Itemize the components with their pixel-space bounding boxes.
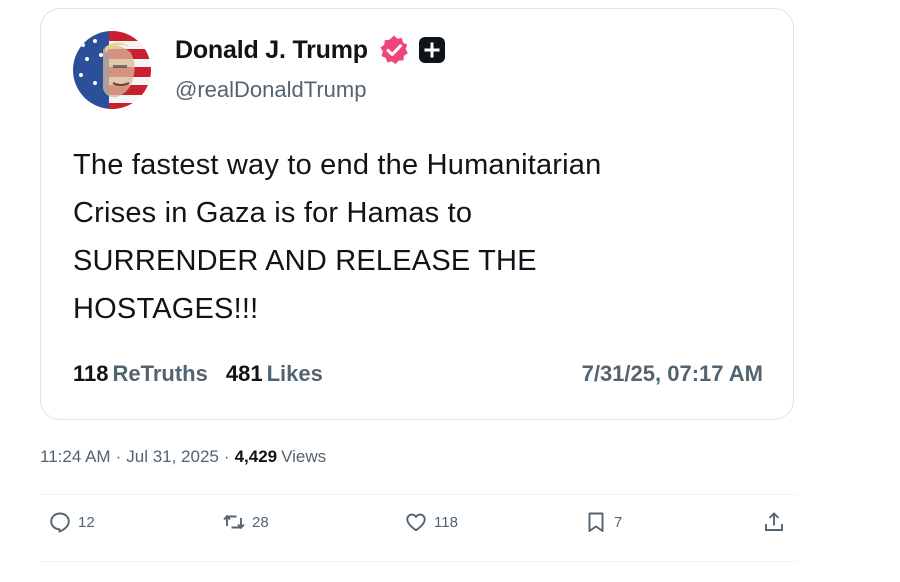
meta-separator: · bbox=[115, 447, 122, 466]
like-icon bbox=[406, 513, 426, 532]
card-date: 7/31/25, 07:17 AM bbox=[581, 361, 763, 386]
likes-label: Likes bbox=[266, 361, 323, 386]
post-line: Crises in Gaza is for Hamas to bbox=[73, 197, 473, 229]
bookmark-count: 7 bbox=[614, 513, 623, 531]
post-date[interactable]: Jul 31, 2025 bbox=[126, 447, 219, 467]
bookmark-button[interactable]: 7 bbox=[584, 510, 622, 534]
likes-count: 481 bbox=[225, 361, 263, 386]
author-row: Donald J. Trump bbox=[175, 35, 446, 65]
post-line: SURRENDER AND RELEASE THE bbox=[73, 245, 537, 277]
truth-social-card: Donald J. Trump @realDonaldTrump The fas… bbox=[40, 8, 794, 420]
share-icon bbox=[765, 512, 783, 531]
post-line: The fastest way to end the Humanitarian bbox=[73, 149, 602, 181]
reply-icon bbox=[50, 512, 70, 533]
repost-icon bbox=[223, 514, 245, 530]
reply-button[interactable]: 12 bbox=[48, 510, 95, 534]
verified-badge-icon bbox=[378, 34, 410, 66]
likes-stat[interactable]: 481 Likes bbox=[226, 361, 323, 387]
like-button[interactable]: 118 bbox=[404, 510, 458, 534]
card-stats: 118 ReTruths 481 Likes bbox=[73, 361, 323, 387]
meta-separator: · bbox=[223, 447, 230, 466]
post-line: HOSTAGES!!! bbox=[73, 293, 259, 325]
author-name[interactable]: Donald J. Trump bbox=[175, 36, 368, 65]
views-count: 4,429 bbox=[234, 447, 278, 466]
post-page: Donald J. Trump @realDonaldTrump The fas… bbox=[0, 0, 900, 582]
bookmark-icon bbox=[588, 512, 604, 532]
views-label: Views bbox=[281, 447, 327, 466]
divider bbox=[40, 494, 796, 495]
repost-count: 28 bbox=[252, 513, 269, 531]
retruths-count: 118 bbox=[73, 361, 109, 386]
share-button[interactable] bbox=[762, 510, 786, 534]
retruths-stat[interactable]: 118 ReTruths bbox=[73, 361, 208, 387]
action-bar: 12 28 118 7 bbox=[40, 510, 796, 546]
retruths-label: ReTruths bbox=[112, 361, 208, 386]
post-time[interactable]: 11:24 AM bbox=[40, 447, 111, 467]
plus-badge-icon bbox=[418, 36, 446, 64]
avatar[interactable] bbox=[73, 31, 151, 109]
divider bbox=[40, 561, 796, 562]
post-meta: 11:24 AM · Jul 31, 2025 · 4,429 Views bbox=[40, 447, 326, 467]
reply-count: 12 bbox=[78, 513, 95, 531]
repost-button[interactable]: 28 bbox=[222, 510, 269, 534]
like-count: 118 bbox=[434, 513, 458, 531]
author-handle[interactable]: @realDonaldTrump bbox=[175, 77, 366, 103]
post-body: The fastest way to end the Humanitarian … bbox=[73, 141, 773, 333]
